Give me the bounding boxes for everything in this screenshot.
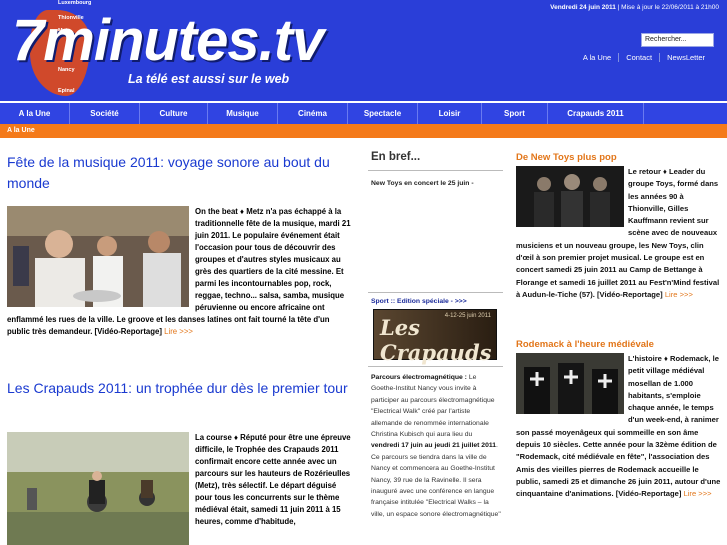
logo-area[interactable]: Luxembourg Thionville Metz Nancy Epinal … [0,0,363,101]
site-logo[interactable]: 7minutes.tv [12,12,324,70]
link-a-la-une[interactable]: A la Une [576,53,618,62]
en-bref-title: En bref... [371,151,421,163]
read-more-link[interactable]: Lire >>> [164,327,193,336]
parcours-text: Le Goethe-Institut Nancy vous invite à p… [371,374,495,439]
right-article-text: Le retour ♦ Leader du groupe Toys, formé… [516,166,722,301]
nav-item-spectacle[interactable]: Spectacle [348,103,418,124]
nav-item-a-la-une[interactable]: A la Une [0,103,70,124]
update-time: | Mise à jour le 22/06/2011 à 21h00 [617,4,719,11]
right-article-text: L'histoire ♦ Rodemack, le petit village … [516,353,722,501]
search-input[interactable]: Rechercher... [641,33,714,47]
main-nav: A la Une Société Culture Musique Cinéma … [0,103,727,124]
nav-filler [644,103,727,124]
date-line: Vendredi 24 juin 2011 | Mise à jour le 2… [550,4,719,11]
breadcrumb-bar: A la Une [0,124,727,138]
right-article-title[interactable]: De New Toys plus pop [516,152,617,163]
article-lead: La course ♦ Réputé pour être une épreuve… [7,432,352,545]
nav-item-cinema[interactable]: Cinéma [278,103,348,124]
float-spacer [7,206,195,314]
divider [368,292,503,293]
site-header: Luxembourg Thionville Metz Nancy Epinal … [0,0,727,101]
top-links: A la Une Contact NewsLetter [576,53,712,62]
float-spacer [516,353,628,415]
nav-item-loisir[interactable]: Loisir [418,103,482,124]
breadcrumb[interactable]: A la Une [0,127,35,134]
article-lead: On the beat ♦ Metz n'a pas échappé à la … [7,206,352,338]
read-more-link[interactable]: Lire >>> [684,489,712,498]
nav-item-culture[interactable]: Culture [140,103,208,124]
article-title[interactable]: Fête de la musique 2011: voyage sonore a… [7,152,352,194]
nav-item-sport[interactable]: Sport [482,103,548,124]
en-bref-item[interactable]: New Toys en concert le 25 juin - [371,180,474,187]
right-article-title[interactable]: Rodemack à l'heure médiévale [516,339,654,350]
divider [368,366,503,367]
article-title[interactable]: Les Crapauds 2011: un trophée dur dès le… [7,378,352,399]
nav-item-musique[interactable]: Musique [208,103,278,124]
current-date: Vendredi 24 juin 2011 [550,4,616,11]
read-more-link[interactable]: Lire >>> [665,290,693,299]
parcours-title[interactable]: Parcours électromagnétique : [371,374,467,381]
site-tagline: La télé est aussi sur le web [128,72,290,86]
map-city-luxembourg: Luxembourg [58,0,92,6]
divider [368,170,503,171]
float-spacer [7,432,195,545]
banner-subtitle: 4-12-25 juin 2011 [444,313,491,319]
banner-title: Les Crapauds [380,315,492,365]
parcours-rest: . Ce parcours se tiendra dans la ville d… [371,442,501,518]
crapauds-banner[interactable]: Les Crapauds 4-12-25 juin 2011 [373,309,497,365]
parcours-brief: Parcours électromagnétique : Le Goethe-I… [371,372,501,520]
parcours-dates: vendredi 17 juin au jeudi 21 juillet 201… [371,442,497,450]
link-contact[interactable]: Contact [618,53,659,62]
nav-item-crapauds-2011[interactable]: Crapauds 2011 [548,103,644,124]
article-text: La course ♦ Réputé pour être une épreuve… [195,433,351,526]
link-newsletter[interactable]: NewsLetter [659,53,712,62]
sport-special-link[interactable]: Sport :: Edition spéciale - >>> [371,298,467,305]
map-city-epinal: Epinal [58,88,75,94]
float-spacer [516,166,628,230]
nav-item-societe[interactable]: Société [70,103,140,124]
